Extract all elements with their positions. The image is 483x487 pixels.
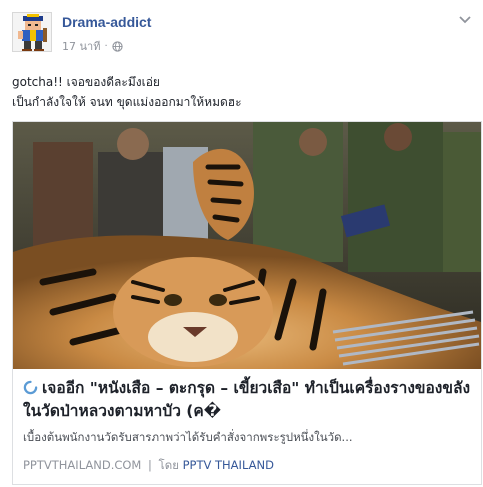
pixel-character-avatar-icon — [13, 13, 51, 51]
author-avatar[interactable] — [12, 12, 52, 52]
message-line: gotcha!! เจอของดีละมึงเอ่ย — [12, 75, 160, 89]
post-message: gotcha!! เจอของดีละมึงเอ่ย เป็นกำลังใจให… — [12, 72, 472, 112]
link-footer: PPTVTHAILAND.COM | โดย PPTV THAILAND — [23, 457, 274, 475]
chevron-down-icon[interactable] — [457, 12, 473, 28]
link-domain[interactable]: PPTVTHAILAND.COM — [23, 458, 141, 472]
globe-icon[interactable] — [112, 40, 123, 52]
link-title[interactable]: เจออีก "หนังเสือ – ตะกรุด – เขี้ยวเสือ" … — [23, 377, 475, 423]
loading-spinner-icon — [23, 380, 38, 395]
post-timestamp[interactable]: 17 นาที — [62, 37, 100, 55]
by-prefix: โดย — [158, 458, 179, 472]
publisher-link[interactable]: PPTV THAILAND — [183, 458, 274, 472]
post-meta: 17 นาที · — [62, 37, 123, 55]
shared-link-card[interactable]: เจออีก "หนังเสือ – ตะกรุด – เขี้ยวเสือ" … — [12, 121, 482, 485]
link-description: เบื้องต้นพนักงานวัดรับสารภาพว่าได้รับคำส… — [23, 430, 353, 444]
tiger-skin-photo-icon — [13, 122, 481, 369]
author-name[interactable]: Drama-addict — [62, 14, 151, 30]
link-card-body: เจออีก "หนังเสือ – ตะกรุด – เขี้ยวเสือ" … — [13, 369, 481, 484]
footer-separator: | — [148, 458, 152, 472]
link-preview-image[interactable] — [13, 122, 481, 369]
message-line: เป็นกำลังใจให้ จนท ขุดแม่งออกมาให้หมดฮะ — [12, 95, 242, 109]
link-title-text: เจออีก "หนังเสือ – ตะกรุด – เขี้ยวเสือ" … — [23, 379, 471, 420]
facebook-post: Drama-addict 17 นาที · gotcha!! เจอของดี… — [0, 0, 483, 487]
meta-separator: · — [104, 40, 108, 52]
